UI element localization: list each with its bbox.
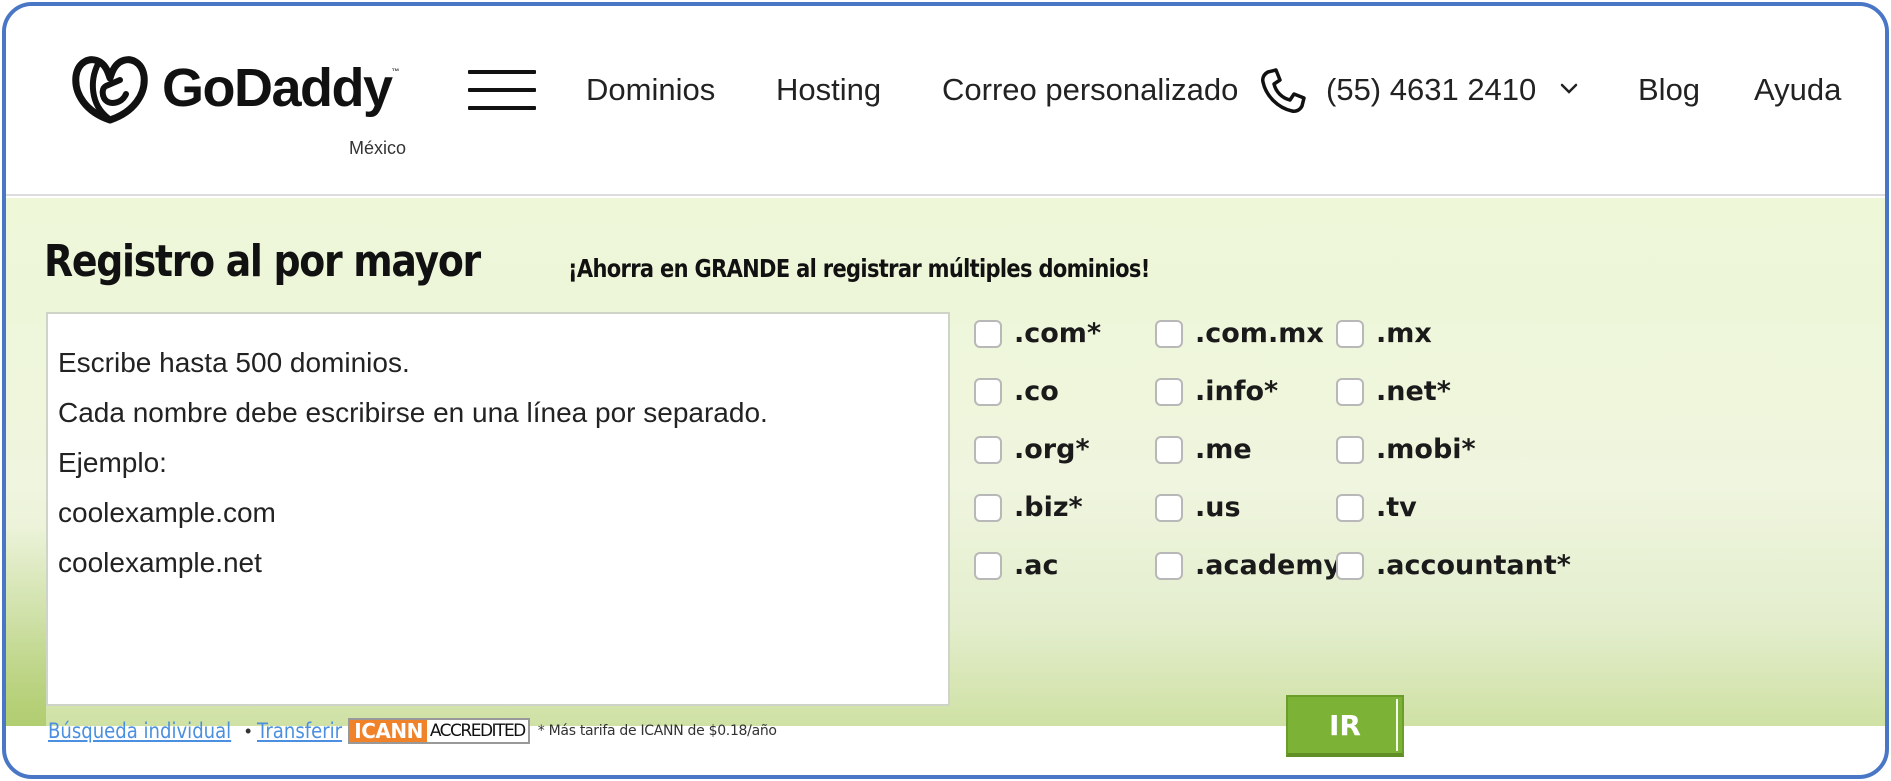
site-header: GoDaddy™ México Dominios Hosting Correo … — [6, 6, 1885, 196]
link-separator: • — [245, 720, 252, 741]
tld-option[interactable]: .us — [1155, 492, 1241, 523]
tld-label: .mobi* — [1376, 434, 1476, 465]
tld-checkbox[interactable] — [1155, 435, 1183, 464]
tld-checkbox[interactable] — [974, 435, 1002, 464]
tld-label: .academy* — [1195, 550, 1356, 581]
tld-label: .accountant* — [1376, 550, 1571, 581]
transfer-link[interactable]: Transferir — [257, 719, 342, 743]
phone-icon[interactable] — [1258, 66, 1308, 116]
hamburger-menu-icon[interactable] — [468, 70, 536, 110]
textarea-placeholder-line: Escribe hasta 500 dominios. — [58, 347, 410, 378]
tld-option[interactable]: .me — [1155, 434, 1252, 465]
page-subtitle: ¡Ahorra en GRANDE al registrar múltiples… — [568, 254, 1150, 283]
tld-label: .net* — [1376, 376, 1451, 407]
textarea-placeholder-line: coolexample.com — [58, 497, 276, 528]
nav-phone-number[interactable]: (55) 4631 2410 — [1326, 72, 1536, 108]
chevron-down-icon[interactable] — [1559, 82, 1579, 96]
tld-label: .tv — [1376, 492, 1417, 523]
tld-checkbox[interactable] — [1336, 493, 1364, 522]
tld-option[interactable]: .info* — [1155, 376, 1278, 407]
tld-checkbox[interactable] — [974, 551, 1002, 580]
single-search-link[interactable]: Búsqueda individual — [48, 719, 231, 743]
nav-correo-personalizado[interactable]: Correo personalizado — [942, 72, 1238, 108]
tld-checkbox[interactable] — [1155, 319, 1183, 348]
nav-hosting[interactable]: Hosting — [776, 72, 881, 108]
tld-option[interactable]: .mx — [1336, 318, 1432, 349]
submit-button[interactable]: IR — [1286, 695, 1404, 757]
tld-label: .info* — [1195, 376, 1279, 407]
textarea-placeholder-line: coolexample.net — [58, 547, 262, 578]
tld-checkbox[interactable] — [1336, 377, 1364, 406]
tld-checkbox[interactable] — [1336, 435, 1364, 464]
tld-option[interactable]: .mobi* — [1336, 434, 1476, 465]
textarea-placeholder-line: Ejemplo: — [58, 447, 167, 478]
godaddy-logo[interactable]: GoDaddy™ — [68, 50, 399, 126]
tld-label: .me — [1195, 434, 1252, 465]
tld-checkbox[interactable] — [1155, 377, 1183, 406]
tld-option[interactable]: .academy* — [1155, 550, 1355, 581]
tld-option[interactable]: .net* — [1336, 376, 1451, 407]
nav-ayuda[interactable]: Ayuda — [1754, 72, 1841, 108]
tld-option[interactable]: .co — [974, 376, 1059, 407]
tld-option[interactable]: .accountant* — [1336, 550, 1571, 581]
tld-label: .biz* — [1014, 492, 1083, 523]
tld-label: .co — [1014, 376, 1059, 407]
tld-checkbox[interactable] — [1336, 319, 1364, 348]
tld-option[interactable]: .com* — [974, 318, 1101, 349]
tld-label: .ac — [1014, 550, 1059, 581]
tld-checkbox[interactable] — [1155, 493, 1183, 522]
nav-blog[interactable]: Blog — [1638, 72, 1700, 108]
page-title: Registro al por mayor — [44, 236, 481, 287]
region-label: México — [349, 138, 407, 158]
tld-label: .com* — [1014, 318, 1102, 349]
tld-option[interactable]: .org* — [974, 434, 1090, 465]
domains-textarea[interactable]: Escribe hasta 500 dominios. Cada nombre d… — [46, 312, 950, 706]
tld-checkbox[interactable] — [1336, 551, 1364, 580]
tld-checkbox[interactable] — [974, 319, 1002, 348]
tld-label: .us — [1195, 492, 1241, 523]
godaddy-logo-icon — [72, 56, 148, 124]
footer-links: Búsqueda individual • Transferir ICANN A… — [48, 718, 777, 744]
textarea-placeholder-line: Cada nombre debe escribirse en una línea… — [58, 397, 768, 428]
brand-name: GoDaddy™ — [162, 58, 399, 118]
browser-frame: GoDaddy™ México Dominios Hosting Correo … — [2, 2, 1889, 779]
nav-dominios[interactable]: Dominios — [586, 72, 715, 108]
tld-checkbox[interactable] — [1155, 551, 1183, 580]
icann-accredited-badge: ICANN ACCREDITED — [348, 718, 530, 744]
tld-label: .org* — [1014, 434, 1090, 465]
tld-option[interactable]: .biz* — [974, 492, 1083, 523]
tld-checkbox[interactable] — [974, 493, 1002, 522]
tld-label: .com.mx — [1195, 318, 1324, 349]
icann-fee-note: * Más tarifa de ICANN de $0.18/año — [537, 723, 777, 739]
tld-label: .mx — [1376, 318, 1432, 349]
tld-option[interactable]: .com.mx — [1155, 318, 1324, 349]
tld-option[interactable]: .ac — [974, 550, 1058, 581]
tld-option[interactable]: .tv — [1336, 492, 1417, 523]
tld-checkbox[interactable] — [974, 377, 1002, 406]
bulk-registration-panel: Registro al por mayor ¡Ahorra en GRANDE … — [6, 198, 1885, 726]
